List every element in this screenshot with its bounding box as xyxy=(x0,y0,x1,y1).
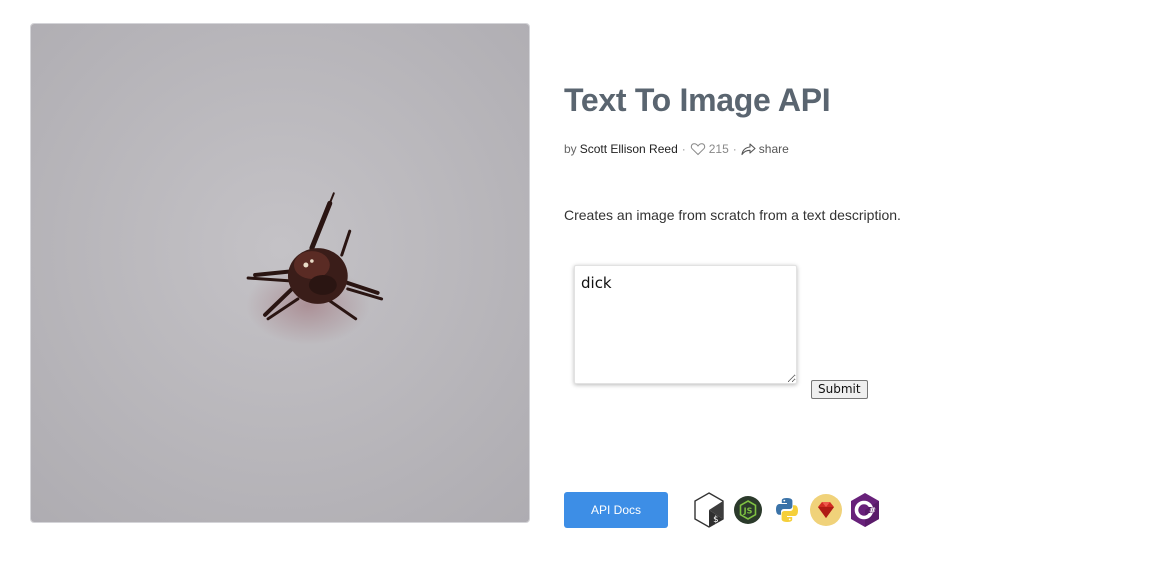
svg-text:#: # xyxy=(869,506,876,515)
api-docs-button[interactable]: API Docs xyxy=(564,492,668,528)
svg-text:$: $ xyxy=(713,515,718,525)
nodejs-icon[interactable]: JS xyxy=(731,492,765,528)
separator-dot: · xyxy=(681,142,686,156)
language-icons: $ JS # xyxy=(692,492,887,528)
separator-dot: · xyxy=(732,142,737,156)
python-icon[interactable] xyxy=(770,492,804,528)
page-title: Text To Image API xyxy=(564,82,831,118)
share-icon[interactable] xyxy=(741,142,756,156)
api-description: Creates an image from scratch from a tex… xyxy=(564,207,901,223)
share-link[interactable]: share xyxy=(759,142,789,156)
ruby-icon[interactable] xyxy=(809,492,843,528)
bash-icon[interactable]: $ xyxy=(692,492,726,528)
submit-button[interactable]: Submit xyxy=(811,380,868,399)
generated-image-art xyxy=(31,24,529,522)
meta-line: by Scott Ellison Reed · 215 · share xyxy=(564,142,789,156)
like-count: 215 xyxy=(708,142,729,156)
author-link[interactable]: Scott Ellison Reed xyxy=(580,142,678,156)
csharp-icon[interactable]: # xyxy=(848,492,882,528)
heart-icon[interactable] xyxy=(690,142,706,156)
prompt-input[interactable] xyxy=(574,265,797,384)
byline-prefix: by xyxy=(564,142,577,156)
generated-image xyxy=(30,23,530,523)
svg-text:JS: JS xyxy=(743,507,753,516)
